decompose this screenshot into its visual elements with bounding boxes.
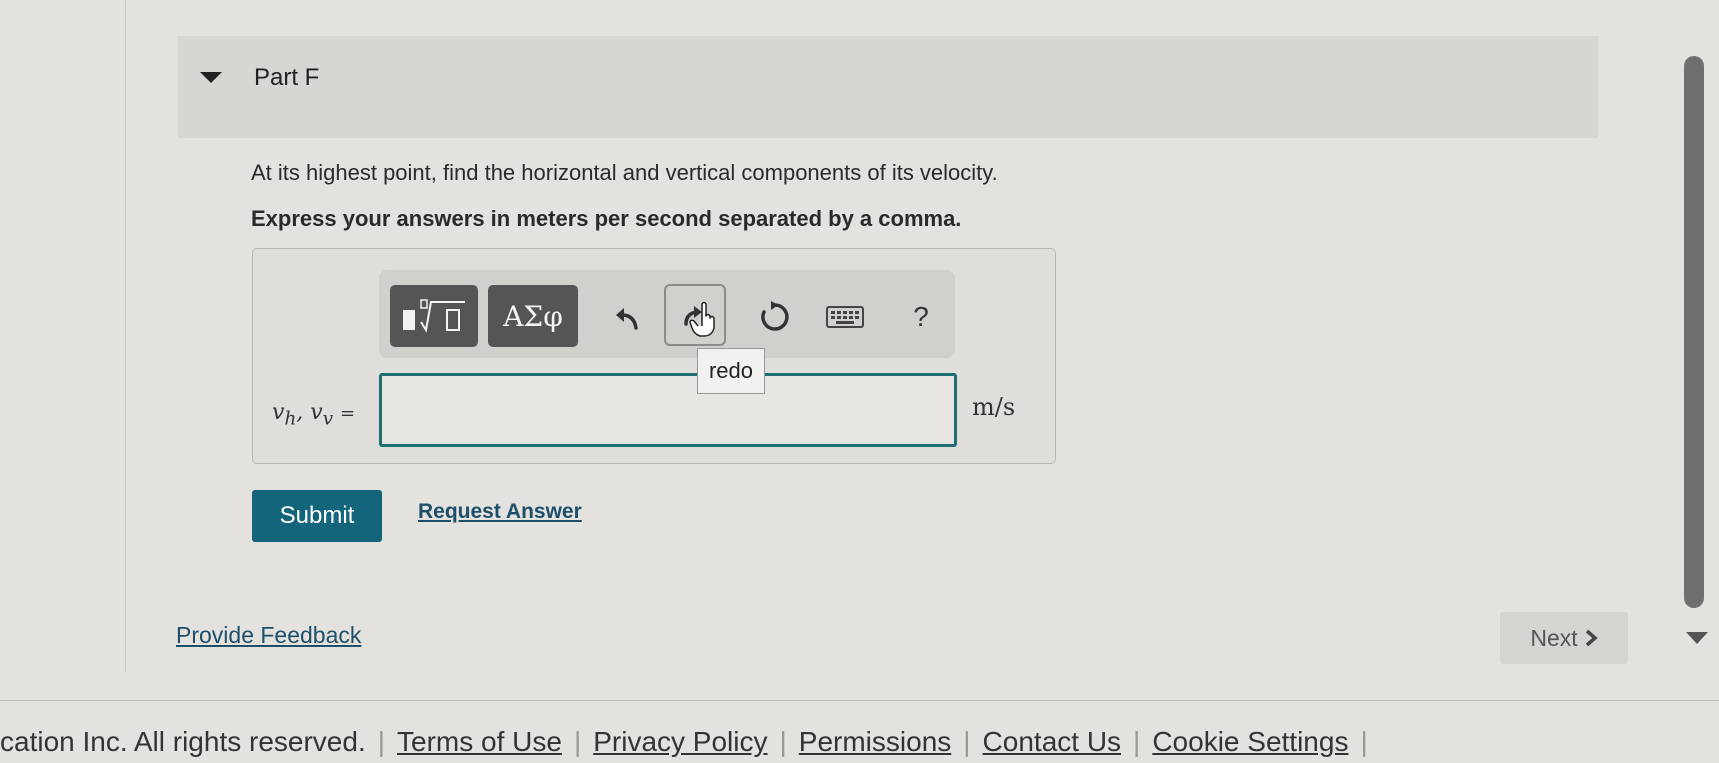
terms-of-use-link[interactable]: Terms of Use xyxy=(397,726,562,758)
redo-button[interactable] xyxy=(664,284,726,346)
question-text: At its highest point, find the horizonta… xyxy=(251,160,998,185)
reset-button[interactable] xyxy=(748,290,802,344)
answer-input[interactable] xyxy=(379,373,957,447)
privacy-policy-link[interactable]: Privacy Policy xyxy=(593,726,767,758)
var-vh: v xyxy=(272,400,285,425)
request-answer-link[interactable]: Request Answer xyxy=(418,500,582,524)
template-radical-icon xyxy=(403,299,465,333)
footer-separator: | xyxy=(1360,726,1368,757)
footer-separator: | xyxy=(963,726,971,757)
redo-icon xyxy=(684,301,715,337)
greek-symbols-button[interactable]: ΑΣφ xyxy=(488,285,578,347)
cookie-settings-link[interactable]: Cookie Settings xyxy=(1152,726,1348,758)
submit-button[interactable]: Submit xyxy=(252,490,382,542)
help-button[interactable]: ? xyxy=(894,290,948,344)
keyboard-icon xyxy=(826,306,864,328)
footer-separator: | xyxy=(1133,726,1141,757)
next-label: Next xyxy=(1530,624,1578,651)
chevron-right-icon xyxy=(1585,629,1598,647)
var-vv: v xyxy=(310,400,323,425)
templates-button[interactable] xyxy=(390,285,478,347)
next-button[interactable]: Next xyxy=(1500,612,1628,664)
collapse-caret-icon[interactable] xyxy=(200,72,222,83)
scrollbar-thumb[interactable] xyxy=(1684,56,1704,608)
keyboard-button[interactable] xyxy=(818,290,872,344)
footer-separator: | xyxy=(573,726,582,757)
undo-button[interactable] xyxy=(600,290,654,344)
equals-sign: = xyxy=(340,403,356,424)
permissions-link[interactable]: Permissions xyxy=(799,726,951,758)
undo-icon xyxy=(616,308,638,330)
content-divider xyxy=(125,0,126,672)
redo-tooltip: redo xyxy=(697,348,765,394)
answer-unit: m/s xyxy=(972,393,1016,421)
page: Part F At its highest point, find the ho… xyxy=(0,0,1719,763)
answer-variable-label: vh, vv = xyxy=(272,400,356,430)
var-vv-subscript: v xyxy=(322,408,334,430)
answer-instruction: Express your answers in meters per secon… xyxy=(251,206,962,231)
part-header[interactable] xyxy=(178,36,1598,138)
footer: cation Inc. All rights reserved. | Terms… xyxy=(0,726,1380,758)
part-title: Part F xyxy=(254,64,320,91)
contact-us-link[interactable]: Contact Us xyxy=(983,726,1122,758)
provide-feedback-link[interactable]: Provide Feedback xyxy=(176,622,361,649)
footer-separator: | xyxy=(377,726,386,757)
scroll-down-arrow-icon[interactable] xyxy=(1686,632,1708,644)
reset-icon xyxy=(761,301,789,331)
var-vh-subscript: h xyxy=(284,408,297,430)
footer-separator: | xyxy=(779,726,787,757)
copyright-text: cation Inc. All rights reserved. xyxy=(0,726,366,757)
footer-divider xyxy=(0,700,1719,701)
